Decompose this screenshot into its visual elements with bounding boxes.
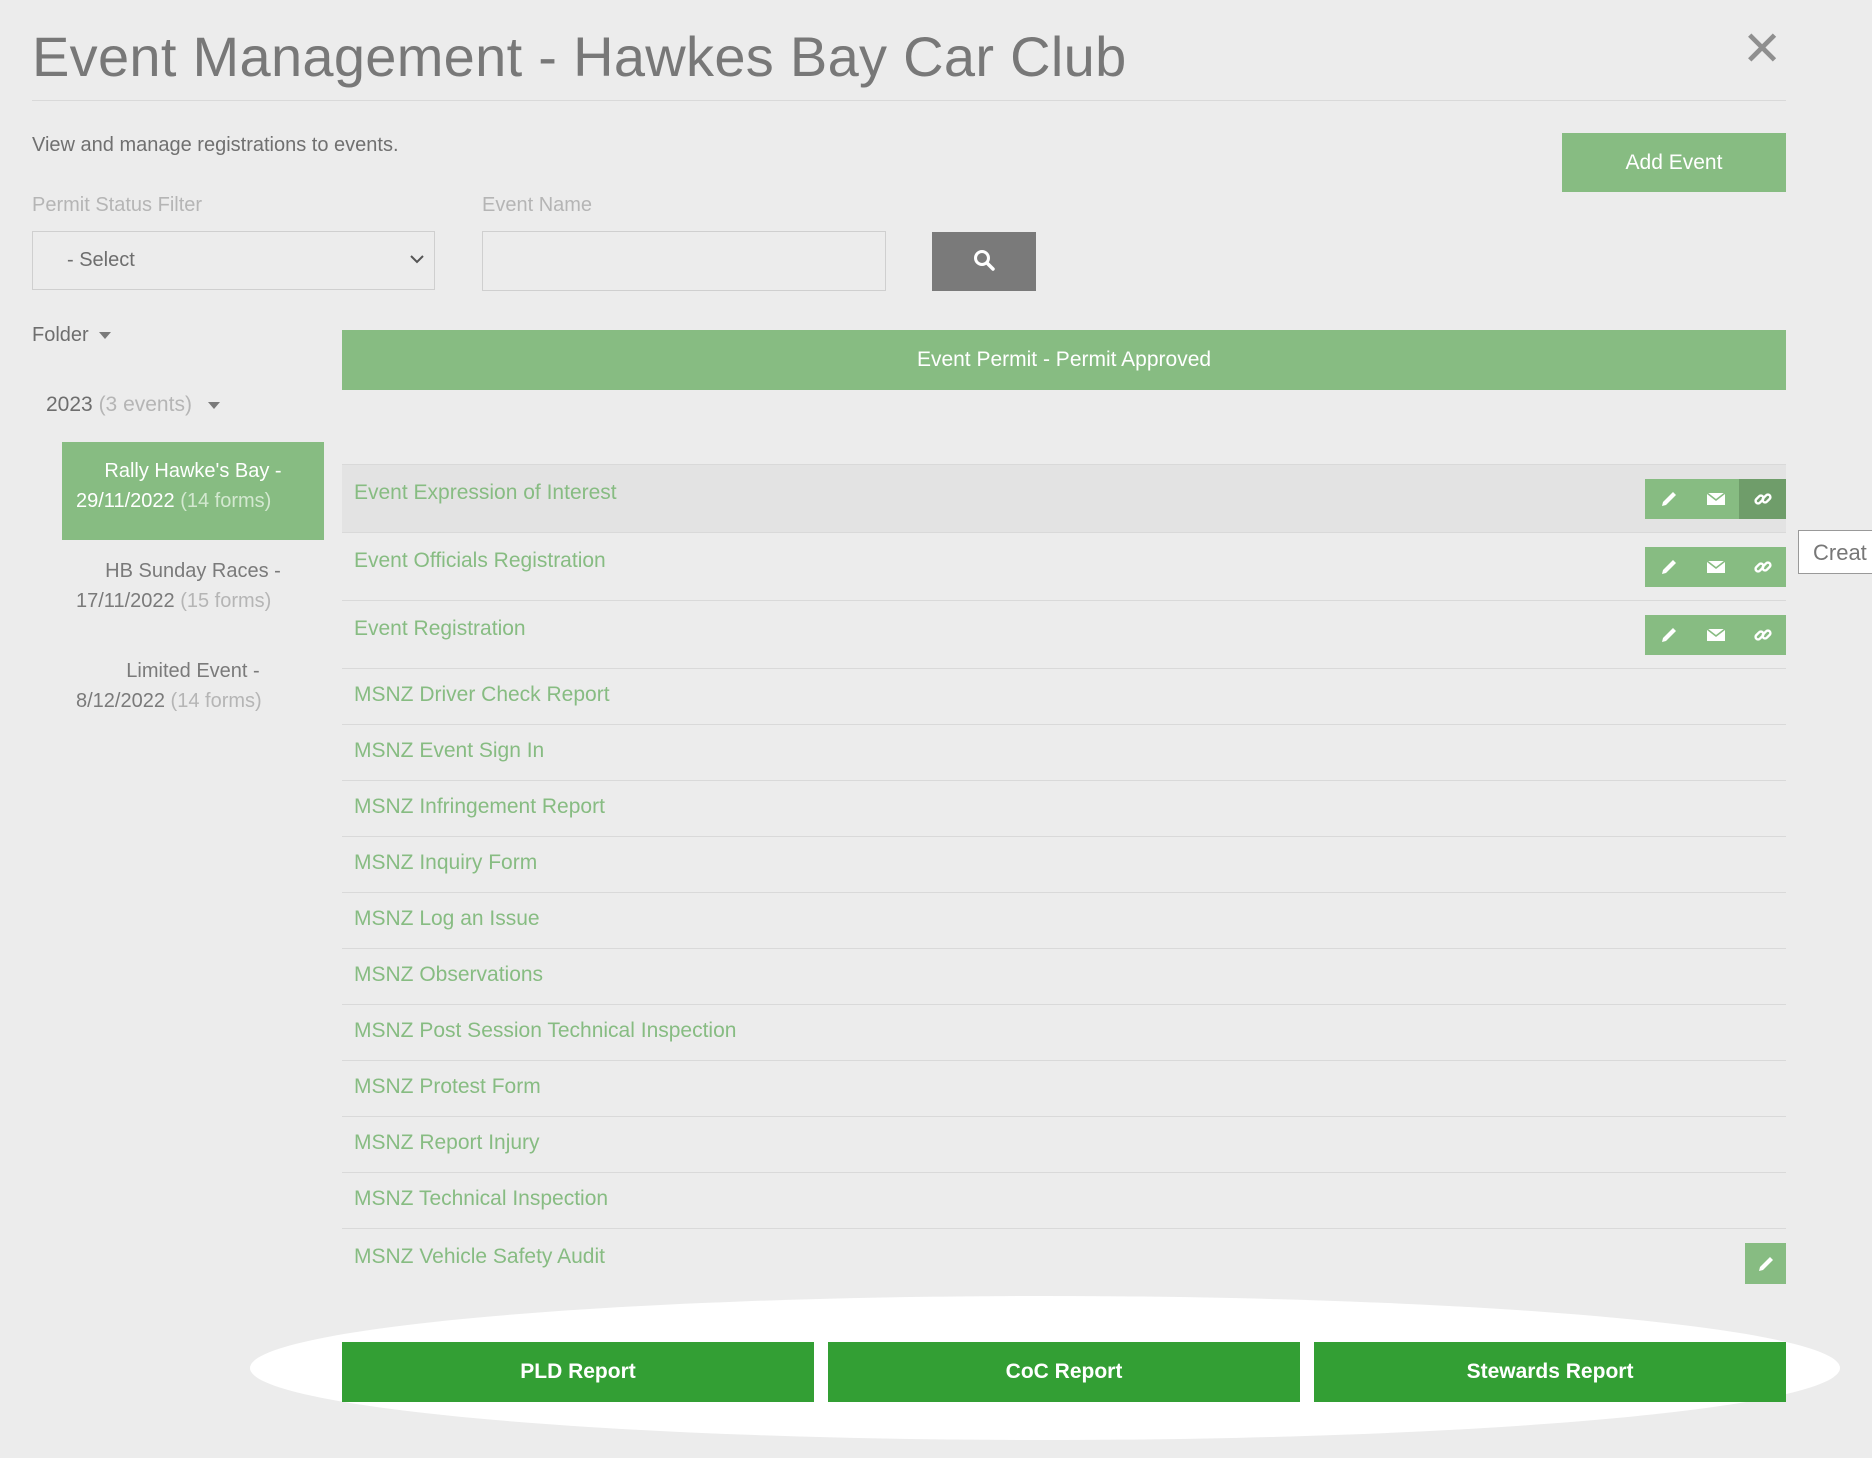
edit-button[interactable] — [1745, 1243, 1786, 1284]
pld-report-button[interactable]: PLD Report — [342, 1342, 814, 1402]
sidebar-event-limited-event[interactable]: Limited Event - 8/12/2022 (14 forms) — [62, 642, 324, 740]
form-name-link[interactable]: Event Registration — [354, 617, 526, 641]
event-name: Limited Event - — [126, 660, 260, 682]
form-name-link[interactable]: MSNZ Post Session Technical Inspection — [354, 1019, 736, 1043]
year-event-count: (3 events) — [98, 393, 192, 416]
form-row: Event Registration — [342, 600, 1786, 668]
sidebar-event-rally-hawkes-bay[interactable]: Rally Hawke's Bay - 29/11/2022 (14 forms… — [62, 442, 324, 540]
form-row: MSNZ Inquiry Form — [342, 836, 1786, 892]
link-icon — [1753, 629, 1772, 641]
event-form-count: (14 forms) — [180, 490, 272, 512]
form-row: MSNZ Vehicle Safety Audit — [342, 1228, 1786, 1296]
form-name-link[interactable]: MSNZ Event Sign In — [354, 739, 544, 763]
form-row: MSNZ Event Sign In — [342, 724, 1786, 780]
form-name-link[interactable]: MSNZ Protest Form — [354, 1075, 541, 1099]
search-icon — [974, 250, 995, 271]
envelope-icon — [1706, 492, 1725, 505]
permit-status-selected-value: - Select — [67, 249, 135, 271]
link-button[interactable] — [1739, 479, 1786, 519]
row-actions — [1645, 547, 1786, 587]
event-form-count: (14 forms) — [170, 690, 262, 712]
event-date: 29/11/2022 — [76, 490, 175, 512]
event-form-count: (15 forms) — [180, 590, 272, 612]
year-folder-2023[interactable]: 2023 (3 events) — [46, 393, 220, 417]
pencil-icon — [1661, 492, 1676, 506]
form-name-link[interactable]: Event Officials Registration — [354, 549, 606, 573]
link-icon — [1753, 493, 1772, 505]
folder-label: Folder — [32, 324, 89, 346]
form-name-link[interactable]: MSNZ Technical Inspection — [354, 1187, 608, 1211]
form-row: MSNZ Driver Check Report — [342, 668, 1786, 724]
form-name-link[interactable]: Event Expression of Interest — [354, 481, 617, 505]
edit-button[interactable] — [1645, 615, 1692, 655]
caret-down-icon — [98, 332, 111, 340]
edit-button[interactable] — [1645, 547, 1692, 587]
envelope-icon — [1706, 628, 1725, 641]
event-name: Rally Hawke's Bay - — [104, 460, 282, 482]
form-row: Event Expression of Interest — [342, 464, 1786, 532]
envelope-icon — [1706, 560, 1725, 573]
permit-status-banner: Event Permit - Permit Approved — [342, 330, 1786, 390]
title-divider — [32, 100, 1786, 101]
form-name-link[interactable]: MSNZ Vehicle Safety Audit — [354, 1245, 605, 1269]
form-row: MSNZ Protest Form — [342, 1060, 1786, 1116]
event-date: 8/12/2022 — [76, 690, 165, 712]
coc-report-button[interactable]: CoC Report — [828, 1342, 1300, 1402]
event-name-label: Event Name — [482, 194, 593, 216]
form-row: Event Officials Registration — [342, 532, 1786, 600]
form-name-link[interactable]: MSNZ Log an Issue — [354, 907, 540, 931]
email-button[interactable] — [1692, 615, 1739, 655]
email-button[interactable] — [1692, 547, 1739, 587]
form-name-link[interactable]: MSNZ Observations — [354, 963, 543, 987]
permit-status-select[interactable]: - Select — [32, 231, 435, 290]
event-name-input[interactable] — [482, 231, 886, 291]
form-name-link[interactable]: MSNZ Infringement Report — [354, 795, 605, 819]
year-label: 2023 — [46, 393, 93, 416]
pencil-icon — [1758, 1256, 1773, 1271]
form-row: MSNZ Technical Inspection — [342, 1172, 1786, 1228]
stewards-report-button[interactable]: Stewards Report — [1314, 1342, 1786, 1402]
edit-button[interactable] — [1645, 479, 1692, 519]
row-actions — [1745, 1243, 1786, 1284]
link-icon — [1753, 561, 1772, 573]
form-row: MSNZ Observations — [342, 948, 1786, 1004]
row-actions — [1645, 479, 1786, 519]
caret-down-icon — [207, 401, 220, 409]
row-actions — [1645, 615, 1786, 655]
close-icon[interactable]: ✕ — [1742, 26, 1782, 74]
form-name-link[interactable]: MSNZ Driver Check Report — [354, 683, 610, 707]
form-row: MSNZ Infringement Report — [342, 780, 1786, 836]
sidebar-event-hb-sunday-races[interactable]: HB Sunday Races - 17/11/2022 (15 forms) — [62, 542, 324, 640]
email-button[interactable] — [1692, 479, 1739, 519]
form-name-link[interactable]: MSNZ Inquiry Form — [354, 851, 537, 875]
chevron-down-icon — [410, 255, 424, 264]
tooltip: Creat — [1798, 530, 1872, 574]
form-row: MSNZ Report Injury — [342, 1116, 1786, 1172]
pencil-icon — [1661, 560, 1676, 574]
page-title: Event Management - Hawkes Bay Car Club — [32, 25, 1127, 88]
form-row: MSNZ Log an Issue — [342, 892, 1786, 948]
permit-status-filter-label: Permit Status Filter — [32, 194, 203, 216]
form-row: MSNZ Post Session Technical Inspection — [342, 1004, 1786, 1060]
link-button[interactable] — [1739, 615, 1786, 655]
pencil-icon — [1661, 628, 1676, 642]
add-event-button[interactable]: Add Event — [1562, 133, 1786, 192]
search-button[interactable] — [932, 232, 1036, 291]
event-date: 17/11/2022 — [76, 590, 175, 612]
folder-dropdown[interactable]: Folder — [32, 324, 111, 347]
form-name-link[interactable]: MSNZ Report Injury — [354, 1131, 540, 1155]
link-button[interactable] — [1739, 547, 1786, 587]
event-name: HB Sunday Races - — [105, 560, 281, 582]
page-subtitle: View and manage registrations to events. — [32, 134, 399, 156]
